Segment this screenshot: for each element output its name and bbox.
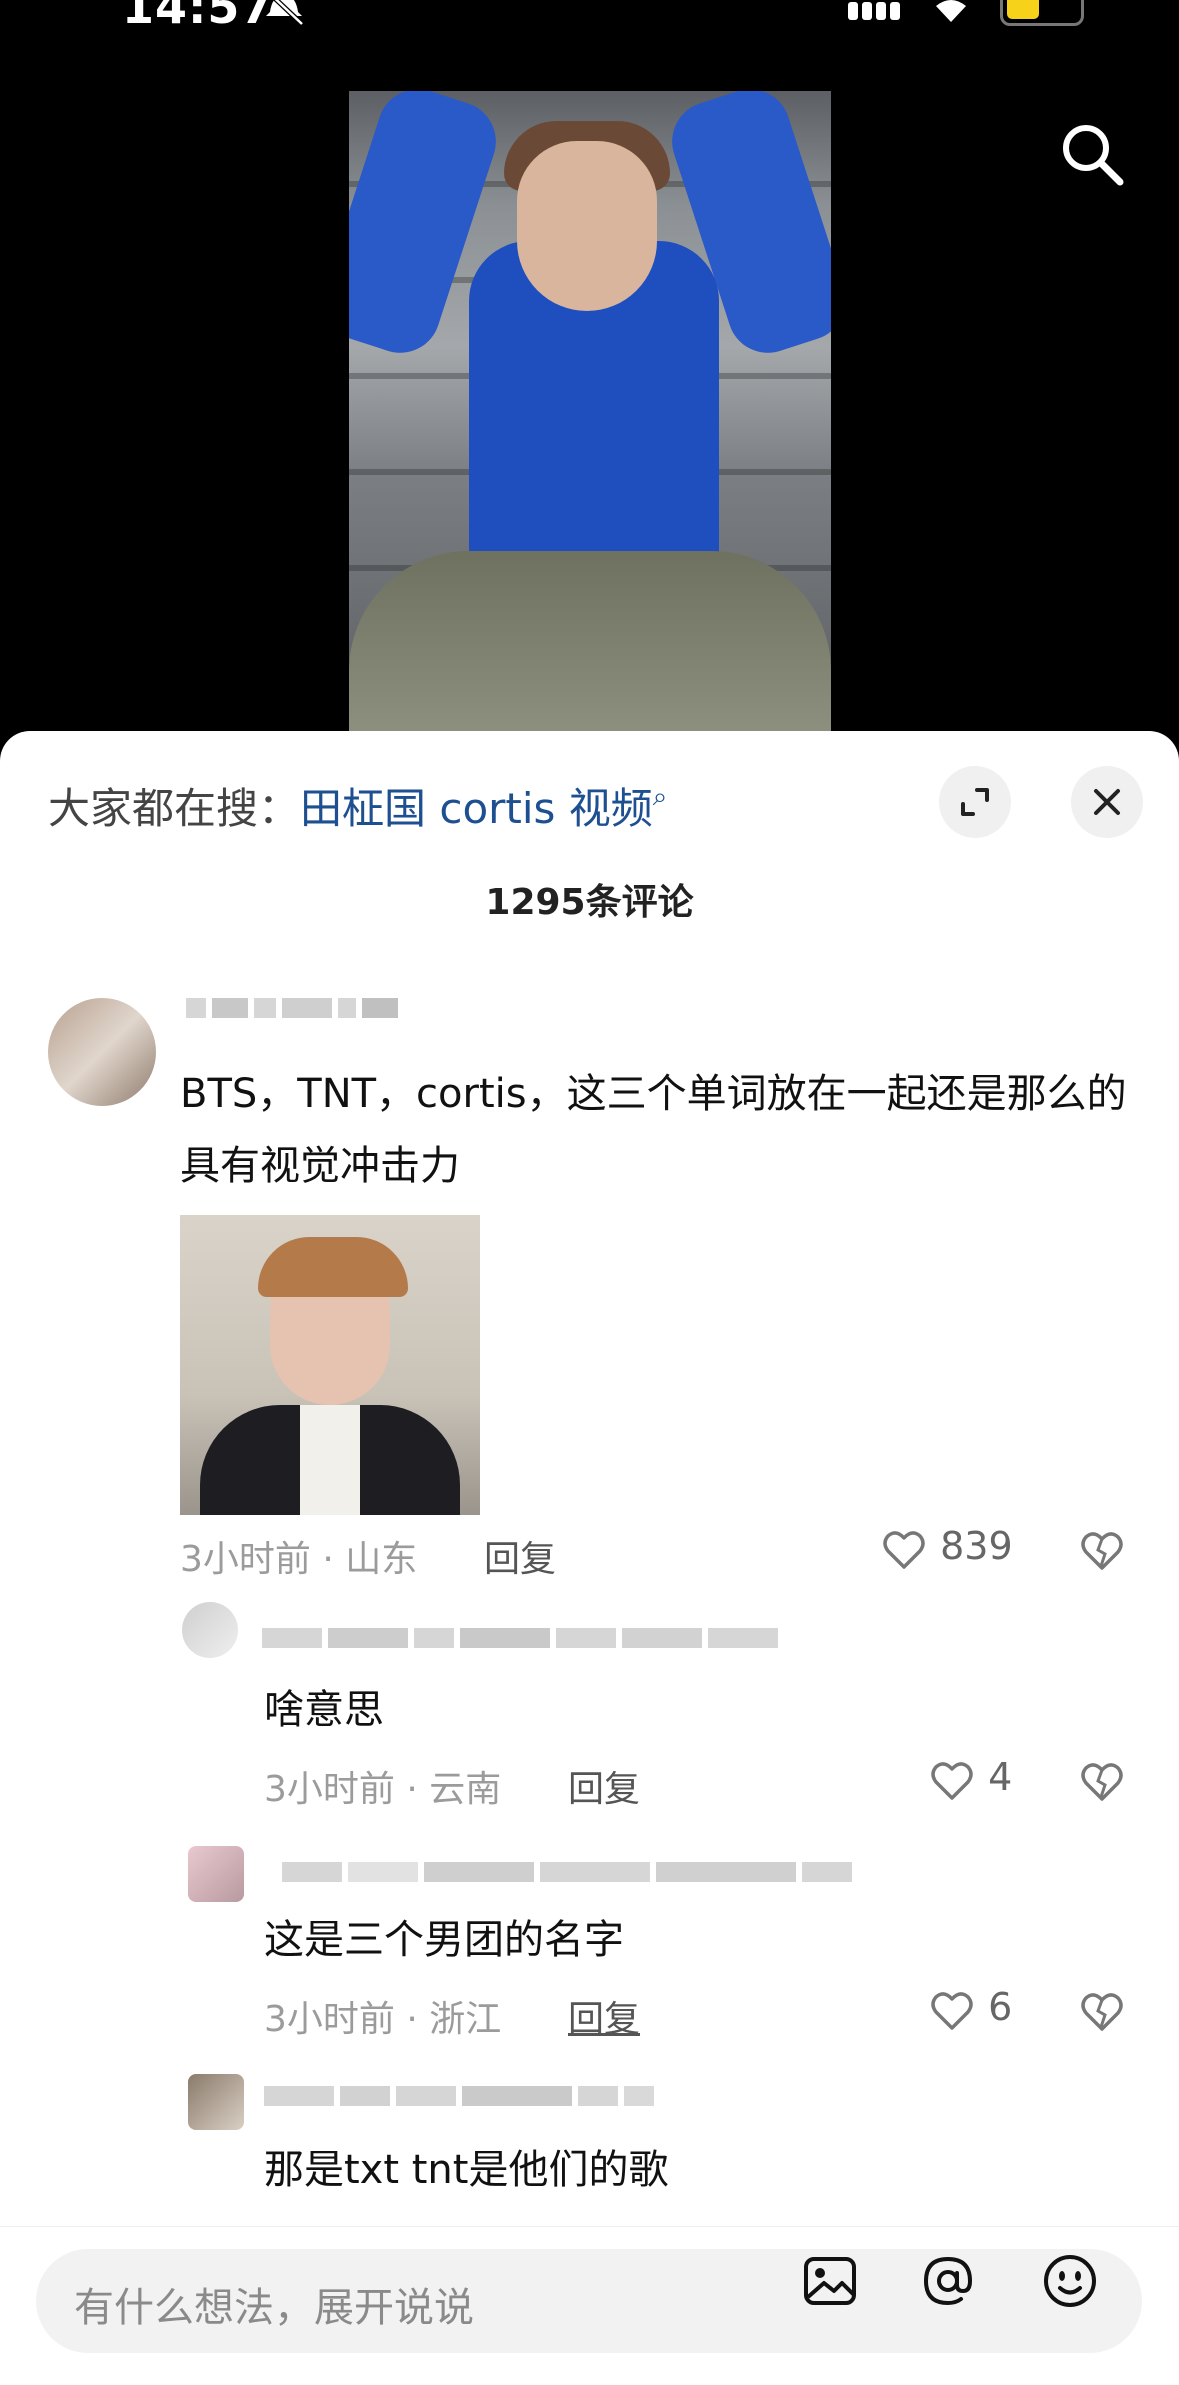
status-bar: 14:57 xyxy=(0,0,1179,40)
broken-heart-icon xyxy=(1081,1993,1123,2031)
battery-icon xyxy=(1000,0,1084,26)
video-player[interactable] xyxy=(349,91,831,731)
comment-input-bar: 有什么想法，展开说说 xyxy=(0,2226,1179,2385)
dislike-button[interactable] xyxy=(1078,1526,1126,1574)
broken-heart-icon xyxy=(1081,1763,1123,1801)
small-search-icon: ⌕ xyxy=(652,782,668,812)
at-icon[interactable] xyxy=(918,2251,978,2311)
reply-button[interactable]: 回复 xyxy=(484,1530,556,1582)
expand-button[interactable] xyxy=(939,766,1011,838)
close-icon xyxy=(1094,789,1120,815)
username-redacted[interactable] xyxy=(262,1628,784,1650)
comment-meta: 3小时前 · 山东 xyxy=(180,1539,418,1580)
status-time: 14:57 xyxy=(122,0,274,34)
image-icon[interactable] xyxy=(800,2251,860,2311)
reply-text: 这是三个男团的名字 xyxy=(264,1917,624,1963)
like-count: 839 xyxy=(940,1524,1013,1568)
close-button[interactable] xyxy=(1071,766,1143,838)
heart-icon xyxy=(931,1761,973,1800)
like-count: 6 xyxy=(988,1985,1013,2029)
like-button[interactable]: 839 xyxy=(880,1524,1013,1573)
emoji-icon[interactable] xyxy=(1040,2251,1100,2311)
cell-signal-icon xyxy=(846,0,906,30)
reply-button[interactable]: 回复 xyxy=(568,1990,640,2042)
trending-prefix: 大家都在搜： xyxy=(48,784,301,833)
avatar[interactable] xyxy=(188,2074,244,2130)
heart-icon xyxy=(883,1530,925,1569)
heart-icon xyxy=(931,1991,973,2030)
avatar[interactable] xyxy=(48,998,156,1106)
expand-icon xyxy=(961,788,989,816)
bell-muted-icon xyxy=(262,0,306,30)
comment-count: 1295条评论 xyxy=(485,882,694,923)
search-icon[interactable] xyxy=(1058,120,1128,190)
username-redacted[interactable] xyxy=(186,998,404,1020)
wifi-icon xyxy=(926,0,976,28)
dislike-button[interactable] xyxy=(1078,1757,1126,1805)
comment-image[interactable] xyxy=(180,1215,480,1515)
trending-search[interactable]: 大家都在搜：田柾国 cortis 视频⌕ xyxy=(48,775,667,836)
dislike-button[interactable] xyxy=(1078,1987,1126,2035)
reply-meta: 3小时前 · 云南 xyxy=(264,1769,502,1810)
reply-text: 那是txt tnt是他们的歌 xyxy=(264,2147,669,2193)
username-redacted[interactable] xyxy=(264,2086,660,2108)
comment-input-placeholder: 有什么想法，展开说说 xyxy=(74,2285,474,2331)
username-redacted[interactable] xyxy=(282,1862,858,1884)
avatar[interactable] xyxy=(182,1602,238,1658)
broken-heart-icon xyxy=(1081,1532,1123,1570)
comment-text: BTS，TNT，cortis，这三个单词放在一起还是那么的具有视觉冲击力 xyxy=(180,1071,1127,1189)
like-button[interactable]: 4 xyxy=(928,1755,1012,1804)
like-button[interactable]: 6 xyxy=(928,1985,1012,2034)
trending-query-link[interactable]: 田柾国 cortis 视频 xyxy=(300,784,653,833)
reply-text: 啥意思 xyxy=(264,1687,384,1733)
like-count: 4 xyxy=(988,1755,1013,1799)
reply-meta: 3小时前 · 浙江 xyxy=(264,1999,502,2040)
avatar[interactable] xyxy=(188,1846,244,1902)
reply-button[interactable]: 回复 xyxy=(568,1760,640,1812)
